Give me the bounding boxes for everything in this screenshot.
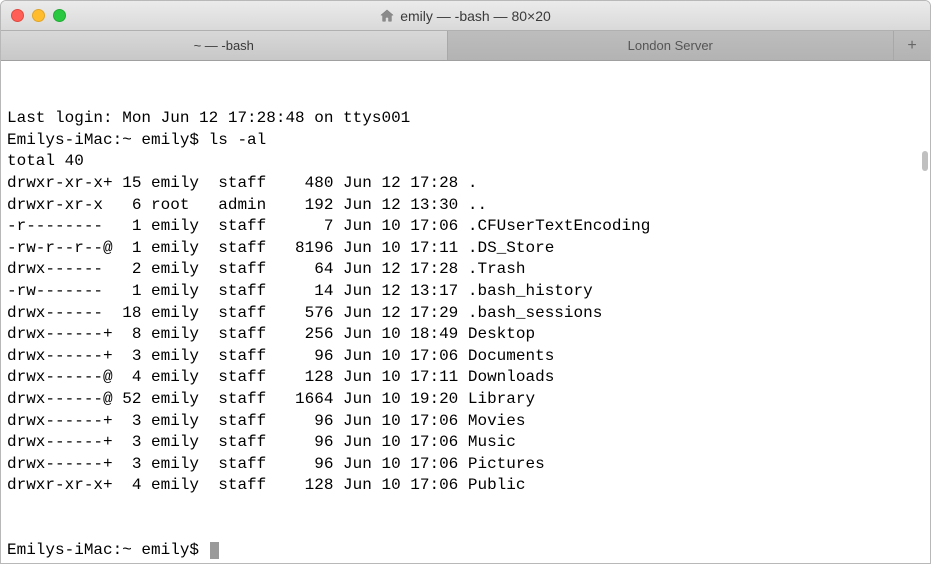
home-icon — [380, 9, 394, 23]
title-bar: emily — -bash — 80×20 — [1, 1, 930, 31]
window-title: emily — -bash — 80×20 — [400, 8, 551, 24]
terminal-line: -rw------- 1 emily staff 14 Jun 12 13:17… — [7, 281, 924, 303]
terminal-body[interactable]: Last login: Mon Jun 12 17:28:48 on ttys0… — [1, 61, 930, 563]
tab-label: ~ — -bash — [194, 38, 254, 53]
scrollbar-thumb[interactable] — [922, 151, 928, 171]
terminal-line: drwx------@ 52 emily staff 1664 Jun 10 1… — [7, 389, 924, 411]
prompt-line: Emilys-iMac:~ emily$ — [7, 540, 924, 562]
terminal-window: emily — -bash — 80×20 ~ — -bash London S… — [0, 0, 931, 564]
cursor-icon — [210, 542, 219, 559]
window-title-container: emily — -bash — 80×20 — [11, 8, 920, 24]
terminal-line: drwx------ 2 emily staff 64 Jun 12 17:28… — [7, 259, 924, 281]
terminal-line: drwx------+ 3 emily staff 96 Jun 10 17:0… — [7, 411, 924, 433]
terminal-line: drwxr-xr-x 6 root admin 192 Jun 12 13:30… — [7, 195, 924, 217]
traffic-lights — [11, 9, 66, 22]
terminal-line: Emilys-iMac:~ emily$ ls -al — [7, 130, 924, 152]
terminal-line: drwx------@ 4 emily staff 128 Jun 10 17:… — [7, 367, 924, 389]
add-tab-button[interactable]: + — [894, 31, 930, 60]
tab-label: London Server — [628, 38, 713, 53]
tab-bash[interactable]: ~ — -bash — [1, 31, 448, 60]
tab-london-server[interactable]: London Server — [448, 31, 895, 60]
terminal-line: drwx------+ 3 emily staff 96 Jun 10 17:0… — [7, 432, 924, 454]
tab-bar: ~ — -bash London Server + — [1, 31, 930, 61]
plus-icon: + — [907, 37, 916, 55]
terminal-line: drwx------ 18 emily staff 576 Jun 12 17:… — [7, 303, 924, 325]
terminal-line: -r-------- 1 emily staff 7 Jun 10 17:06 … — [7, 216, 924, 238]
terminal-line: drwxr-xr-x+ 4 emily staff 128 Jun 10 17:… — [7, 475, 924, 497]
terminal-line: drwx------+ 8 emily staff 256 Jun 10 18:… — [7, 324, 924, 346]
close-icon[interactable] — [11, 9, 24, 22]
terminal-line: total 40 — [7, 151, 924, 173]
terminal-line: -rw-r--r--@ 1 emily staff 8196 Jun 10 17… — [7, 238, 924, 260]
minimize-icon[interactable] — [32, 9, 45, 22]
terminal-output: Last login: Mon Jun 12 17:28:48 on ttys0… — [7, 108, 924, 497]
terminal-line: drwx------+ 3 emily staff 96 Jun 10 17:0… — [7, 454, 924, 476]
terminal-line: drwxr-xr-x+ 15 emily staff 480 Jun 12 17… — [7, 173, 924, 195]
terminal-line: drwx------+ 3 emily staff 96 Jun 10 17:0… — [7, 346, 924, 368]
maximize-icon[interactable] — [53, 9, 66, 22]
terminal-line: Last login: Mon Jun 12 17:28:48 on ttys0… — [7, 108, 924, 130]
prompt: Emilys-iMac:~ emily$ — [7, 541, 209, 559]
